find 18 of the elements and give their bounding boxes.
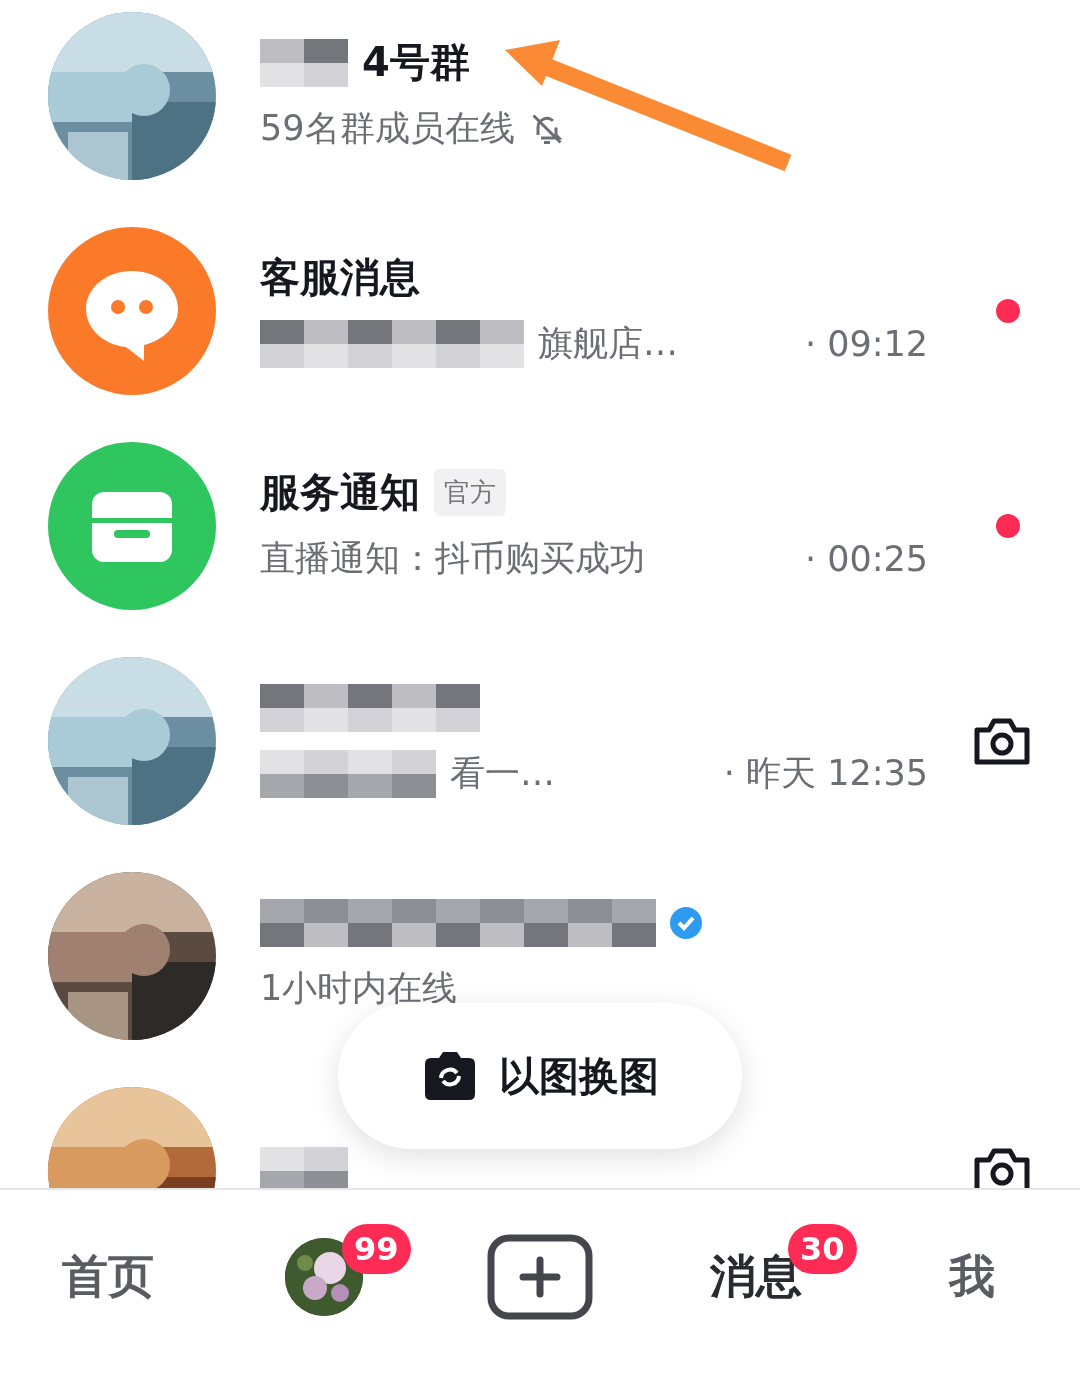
nav-tab[interactable]: 我 <box>949 1246 995 1308</box>
conversation-name: 服务通知 <box>260 468 420 517</box>
message-preview: 59名群成员在线 <box>260 107 515 150</box>
nav-tab[interactable]: 首页 <box>62 1246 154 1308</box>
unread-badge: 99 <box>342 1224 411 1274</box>
message-preview: 看一… <box>450 752 555 795</box>
message-preview: 直播通知：抖币购买成功 <box>260 537 645 580</box>
official-tag: 官方 <box>434 469 506 516</box>
create-plus-icon[interactable] <box>487 1234 593 1320</box>
verified-icon <box>670 906 702 939</box>
message-time: · 昨天 12:35 <box>723 752 928 795</box>
message-time: · 00:25 <box>804 538 928 579</box>
inbox-icon <box>48 441 216 610</box>
conversation-name: 4号群 <box>362 38 470 87</box>
message-preview: 旗舰店… <box>538 322 678 365</box>
message-time: · 09:12 <box>804 323 928 364</box>
chat-bubble-icon <box>48 226 216 395</box>
conversation-name: 客服消息 <box>260 253 420 302</box>
